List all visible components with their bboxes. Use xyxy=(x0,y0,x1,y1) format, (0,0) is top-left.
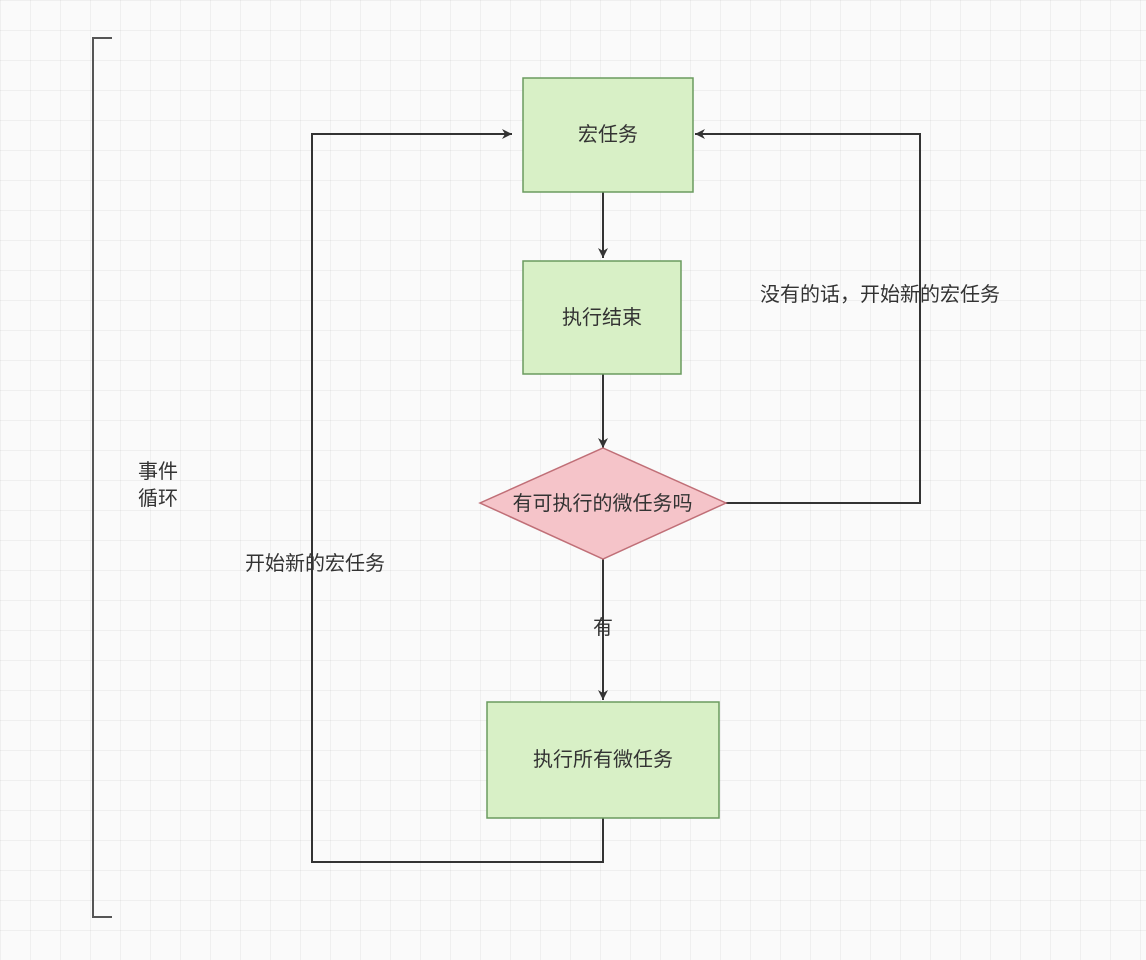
event-loop-bracket xyxy=(93,38,112,917)
node-exec-done xyxy=(523,261,681,374)
node-run-all-micro xyxy=(487,702,719,818)
flowchart-canvas: 事件 循环 宏任务 执行结束 有可执行的微任务吗 执行所有微任务 有 没有的话，… xyxy=(0,0,1146,960)
node-macro-task xyxy=(523,78,693,192)
edge-decision-no xyxy=(695,134,920,503)
node-has-microtask xyxy=(480,448,726,559)
